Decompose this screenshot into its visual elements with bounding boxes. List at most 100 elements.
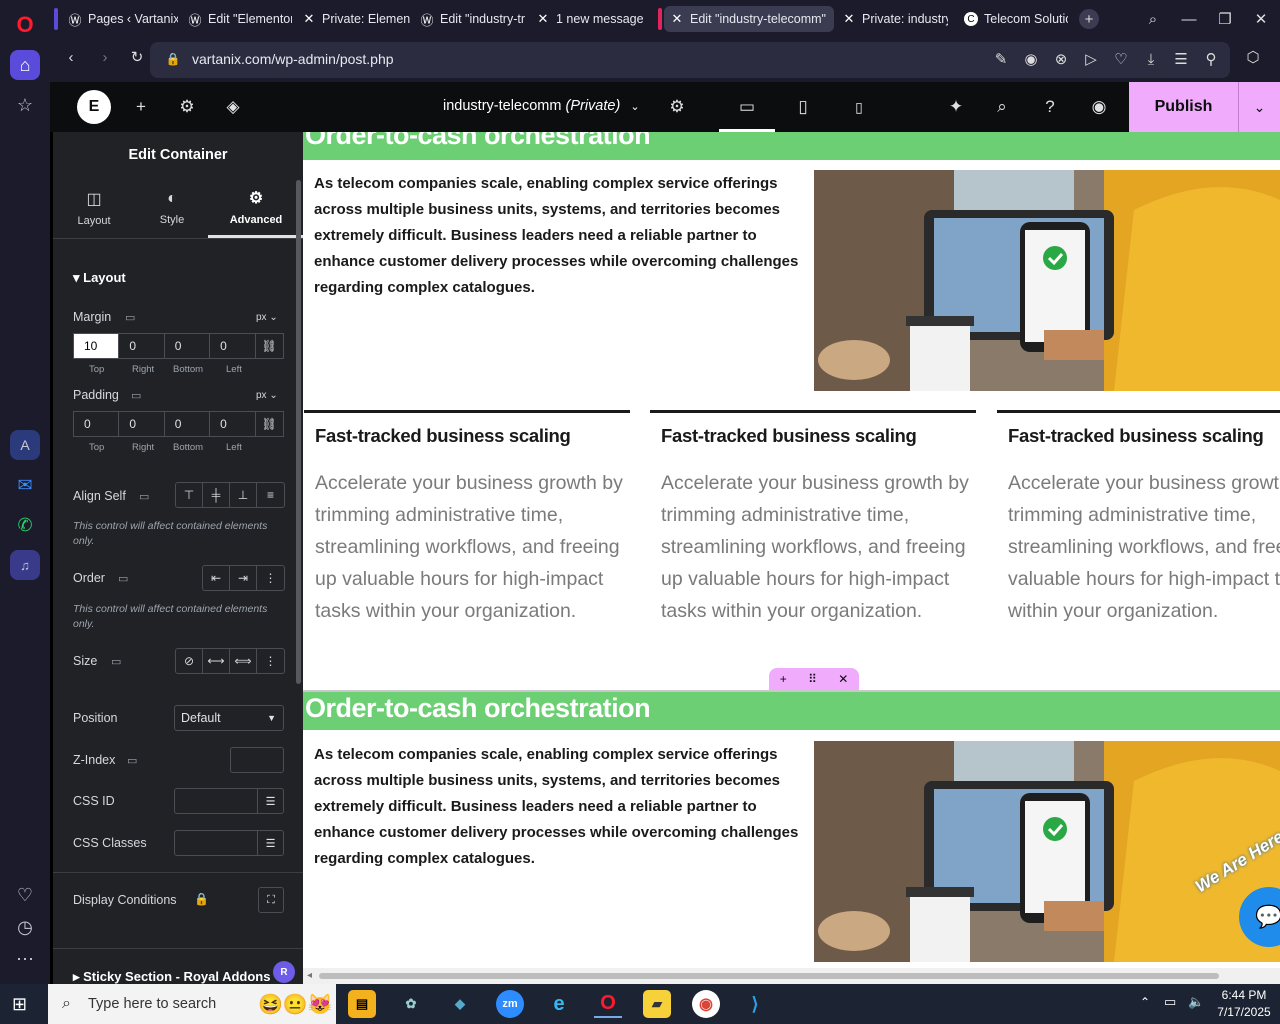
new-tab-plus-icon[interactable]: + <box>1079 9 1099 29</box>
lock-icon[interactable]: 🔒 <box>164 50 182 68</box>
link-values-icon[interactable]: ⛓ <box>256 334 284 358</box>
tab-style[interactable]: ◐ Style <box>133 178 211 238</box>
preview-eye-icon[interactable]: ◉ <box>1087 95 1111 119</box>
hero-photo[interactable] <box>814 170 1280 391</box>
responsive-desktop-icon[interactable]: ▭ <box>131 389 141 402</box>
easy-setup-icon[interactable]: ☰ <box>1172 50 1190 68</box>
add-element-icon[interactable]: + <box>129 95 153 119</box>
responsive-desktop-icon[interactable]: ▭ <box>118 572 128 585</box>
profile-icon[interactable]: ⚲ <box>1202 50 1220 68</box>
network-icon[interactable]: ▭ <box>1164 994 1176 1010</box>
history-clock-icon[interactable]: ◷ <box>10 912 40 942</box>
margin-unit-select[interactable]: px ⌄ <box>256 312 278 323</box>
feature-title[interactable]: Fast-tracked business scaling <box>1008 425 1264 447</box>
tab-edit-industry-telecomm[interactable]: ✕ Edit "industry-telecomm" <box>664 6 834 32</box>
link-values-icon[interactable]: ⛓ <box>256 412 284 436</box>
size-custom-dots-icon[interactable]: ⋮ <box>257 649 284 673</box>
css-id-input[interactable]: ☰ <box>174 788 284 814</box>
tray-chevron-up-icon[interactable]: ⌃ <box>1140 995 1150 1009</box>
elementor-logo-icon[interactable]: E <box>77 90 111 124</box>
whatsapp-icon[interactable]: ✆ <box>10 510 40 540</box>
order-custom-dots-icon[interactable]: ⋮ <box>257 566 284 590</box>
aria-icon[interactable]: A <box>10 430 40 460</box>
close-window-icon[interactable]: ✕ <box>1250 8 1272 30</box>
margin-top-input[interactable]: 10 <box>74 334 120 358</box>
feature-body[interactable]: Accelerate your business growth by trimm… <box>315 467 635 627</box>
reload-icon[interactable]: ↻ <box>128 48 146 66</box>
windows-start-icon[interactable]: ⊞ <box>12 994 27 1015</box>
zoom-icon[interactable]: zm <box>496 990 524 1018</box>
url-text[interactable]: vartanix.com/wp-admin/post.php <box>192 51 394 67</box>
minimize-icon[interactable]: — <box>1178 8 1200 30</box>
padding-top-input[interactable]: 0 <box>74 412 120 436</box>
align-center-icon[interactable]: ╪ <box>203 483 230 507</box>
display-conditions-button[interactable]: ⛶ <box>258 887 284 913</box>
section-heading[interactable]: Order-to-cash orchestration <box>305 693 651 724</box>
margin-left-input[interactable]: 0 <box>210 334 256 358</box>
feature-title[interactable]: Fast-tracked business scaling <box>661 425 917 447</box>
intro-paragraph[interactable]: As telecom companies scale, enabling com… <box>314 171 802 301</box>
align-stretch-icon[interactable]: ≡ <box>257 483 284 507</box>
intro-paragraph[interactable]: As telecom companies scale, enabling com… <box>314 742 802 872</box>
structure-layers-icon[interactable]: ◈ <box>221 95 245 119</box>
panel-scrollbar[interactable] <box>296 180 301 684</box>
notifications-icon[interactable]: ✦ <box>944 95 968 119</box>
feature-body[interactable]: Accelerate your business growth by trimm… <box>1008 467 1280 627</box>
add-section-plus-icon[interactable]: + <box>780 672 787 686</box>
chrome-icon[interactable]: ◉ <box>692 990 720 1018</box>
position-select[interactable]: Default ▼ <box>174 705 284 731</box>
dynamic-tags-icon[interactable]: ☰ <box>257 789 283 813</box>
tab-pages-vartanix[interactable]: Ⓦ Pages ‹ Vartanix <box>62 6 178 32</box>
margin-bottom-input[interactable]: 0 <box>165 334 211 358</box>
delete-section-close-icon[interactable]: ✕ <box>838 672 848 686</box>
vscode-icon[interactable]: ⟩ <box>741 990 769 1018</box>
margin-right-input[interactable]: 0 <box>119 334 165 358</box>
scroll-thumb[interactable] <box>319 973 1219 979</box>
tab-edit-elementor[interactable]: Ⓦ Edit "Elementor <box>182 6 292 32</box>
align-start-icon[interactable]: ⊤ <box>176 483 203 507</box>
canvas-horizontal-scrollbar[interactable]: ◂ <box>303 968 1280 984</box>
responsive-desktop-icon[interactable]: ▭ <box>125 311 135 324</box>
tablet-view-icon[interactable]: ▯ <box>791 95 815 119</box>
adblock-icon[interactable]: ⊗ <box>1052 50 1070 68</box>
padding-left-input[interactable]: 0 <box>210 412 256 436</box>
page-title[interactable]: industry-telecomm (Private) ⌄ <box>443 98 640 114</box>
edit-icon[interactable]: ✎ <box>992 50 1010 68</box>
order-last-icon[interactable]: ⇥ <box>230 566 257 590</box>
app-feather-icon[interactable]: ✿ <box>397 990 425 1018</box>
size-grow-icon[interactable]: ⟷ <box>203 649 230 673</box>
site-settings-icon[interactable]: ⚙ <box>175 95 199 119</box>
padding-unit-select[interactable]: px ⌄ <box>256 390 278 401</box>
tab-telecom-solutio[interactable]: C Telecom Solutio <box>958 6 1068 32</box>
tab-layout[interactable]: ◫ Layout <box>55 178 133 238</box>
feature-title[interactable]: Fast-tracked business scaling <box>315 425 571 447</box>
tab-private-element[interactable]: ✕ Private: Element <box>296 6 410 32</box>
forward-icon[interactable]: › <box>96 48 114 66</box>
size-none-icon[interactable]: ⊘ <box>176 649 203 673</box>
downloads-icon[interactable]: ⤓ <box>1142 50 1160 68</box>
url-box[interactable]: 🔒 vartanix.com/wp-admin/post.php ✎ ◉ ⊗ ▷… <box>150 42 1230 78</box>
edge-icon[interactable]: e <box>545 990 573 1018</box>
music-player-icon[interactable]: ♫ <box>10 550 40 580</box>
camera-icon[interactable]: ◉ <box>1022 50 1040 68</box>
messenger-icon[interactable]: ✉ <box>10 470 40 500</box>
app-gem-icon[interactable]: ◆ <box>446 990 474 1018</box>
home-icon[interactable]: ⌂ <box>10 50 40 80</box>
align-end-icon[interactable]: ⊥ <box>230 483 257 507</box>
speed-dial-star-icon[interactable]: ☆ <box>10 90 40 120</box>
publish-options-chevron-icon[interactable]: ⌄ <box>1238 82 1280 132</box>
hero-photo[interactable] <box>814 741 1280 962</box>
help-icon[interactable]: ? <box>1038 95 1062 119</box>
mobile-view-icon[interactable]: ▯ <box>847 95 871 119</box>
heart-icon[interactable]: ♡ <box>10 880 40 910</box>
back-icon[interactable]: ‹ <box>62 48 80 66</box>
responsive-desktop-icon[interactable]: ▭ <box>139 490 149 503</box>
tab-private-industry[interactable]: ✕ Private: industry <box>836 6 948 32</box>
page-settings-gear-icon[interactable]: ⚙ <box>665 95 689 119</box>
section-toggle-sticky[interactable]: ▸ Sticky Section - Royal Addons <box>73 969 270 984</box>
scroll-left-icon[interactable]: ◂ <box>307 970 312 981</box>
send-icon[interactable]: ▷ <box>1082 50 1100 68</box>
order-first-icon[interactable]: ⇤ <box>203 566 230 590</box>
more-dots-icon[interactable]: ⋯ <box>10 944 40 974</box>
desktop-view-button[interactable]: ▭ <box>719 82 775 132</box>
